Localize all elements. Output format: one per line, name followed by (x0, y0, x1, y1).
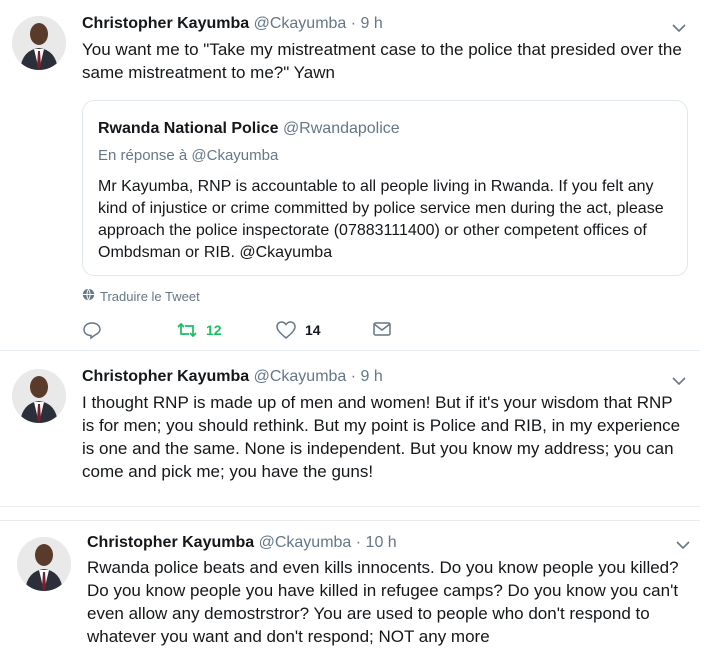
quoted-tweet[interactable]: Rwanda National Police @Rwandapolice En … (82, 100, 688, 276)
tweet[interactable]: Christopher Kayumba @Ckayumba · 9 h I th… (0, 351, 700, 507)
avatar[interactable] (12, 16, 66, 70)
tweet[interactable]: Christopher Kayumba @Ckayumba · 10 h Rwa… (0, 520, 700, 666)
chevron-down-icon[interactable] (671, 373, 687, 389)
translate-label: Traduire le Tweet (100, 288, 200, 304)
reply-button[interactable] (82, 320, 102, 340)
tweet-header: Christopher Kayumba @Ckayumba · 10 h (87, 533, 397, 553)
author-handle[interactable]: @Ckayumba (259, 534, 352, 551)
globe-icon (82, 288, 95, 304)
quoted-author-handle: @Rwandapolice (282, 120, 400, 137)
tweet-actions: 12 14 (82, 320, 482, 344)
author-name[interactable]: Christopher Kayumba (82, 15, 249, 32)
author-handle[interactable]: @Ckayumba (254, 368, 347, 385)
heart-icon (275, 320, 297, 340)
like-count: 14 (305, 322, 321, 338)
chevron-down-icon[interactable] (675, 537, 691, 553)
tweet-text: I thought RNP is made up of men and wome… (82, 393, 681, 481)
retweet-button[interactable]: 12 (176, 320, 222, 340)
envelope-icon (372, 320, 392, 338)
retweet-icon (176, 320, 198, 340)
chevron-down-icon[interactable] (671, 20, 687, 36)
translate-link[interactable]: Traduire le Tweet (82, 288, 200, 304)
author-handle[interactable]: @Ckayumba (254, 15, 347, 32)
avatar[interactable] (17, 537, 71, 591)
reply-icon (82, 320, 102, 340)
timestamp[interactable]: · 9 h (351, 15, 383, 32)
quoted-tweet-header: Rwanda National Police @Rwandapolice (98, 119, 400, 139)
tweet-header: Christopher Kayumba @Ckayumba · 9 h (82, 367, 383, 387)
tweet-text: You want me to "Take my mistreatment cas… (82, 40, 682, 82)
tweet-text: Rwanda police beats and even kills innoc… (87, 558, 679, 646)
retweet-count: 12 (206, 322, 222, 338)
timestamp[interactable]: · 10 h (356, 534, 397, 551)
author-name[interactable]: Christopher Kayumba (87, 534, 254, 551)
avatar[interactable] (12, 369, 66, 423)
quoted-tweet-text: Mr Kayumba, RNP is accountable to all pe… (98, 178, 664, 261)
reply-to-label: En réponse à @Ckayumba (98, 147, 279, 164)
like-button[interactable]: 14 (275, 320, 321, 340)
timestamp[interactable]: · 9 h (351, 368, 383, 385)
author-name[interactable]: Christopher Kayumba (82, 368, 249, 385)
tweet[interactable]: Christopher Kayumba @Ckayumba · 9 h You … (0, 0, 700, 351)
direct-message-button[interactable] (372, 320, 392, 338)
tweet-header: Christopher Kayumba @Ckayumba · 9 h (82, 14, 383, 34)
quoted-author-name: Rwanda National Police (98, 120, 279, 137)
